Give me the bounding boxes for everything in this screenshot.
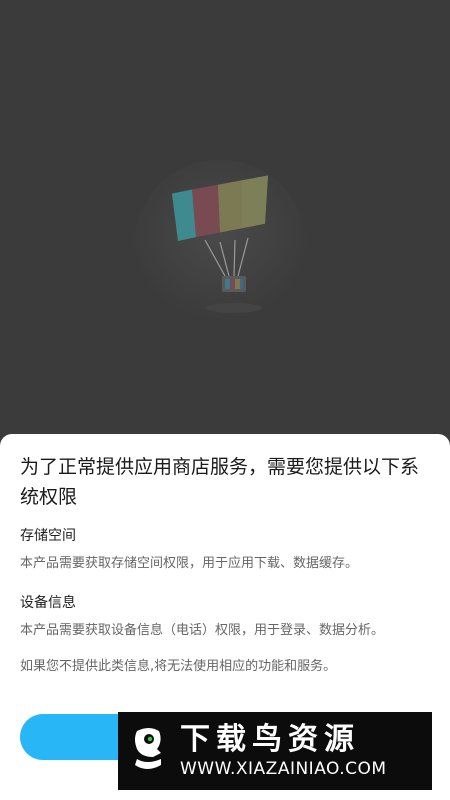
device-info-description: 本产品需要获取设备信息（电话）权限，用于登录、数据分析。 — [20, 623, 385, 638]
device-info-heading: 设备信息 — [20, 595, 76, 611]
storage-heading: 存储空间 — [20, 528, 76, 544]
dialog-title: 为了正常提供应用商店服务，需要您提供以下系统权限 — [20, 456, 420, 508]
footer-note: 如果您不提供此类信息,将无法使用相应的功能和服务。 — [20, 659, 337, 674]
watermark-name: 下载鸟资源 — [180, 722, 360, 757]
watermark-text: 下载鸟资源 WWW.XIAZAINIAO.COM — [180, 722, 432, 780]
watermark-banner: 下载鸟资源 WWW.XIAZAINIAO.COM — [118, 712, 432, 790]
storage-description: 本产品需要获取存储空间权限，用于应用下载、数据缓存。 — [20, 556, 359, 571]
watermark-url: WWW.XIAZAINIAO.COM — [180, 759, 387, 779]
permission-screen: 为了正常提供应用商店服务，需要您提供以下系统权限 存储空间 本产品需要获取存储空… — [0, 0, 450, 800]
bird-logo-icon — [118, 712, 180, 790]
parachute-tv-illustration — [135, 160, 305, 320]
